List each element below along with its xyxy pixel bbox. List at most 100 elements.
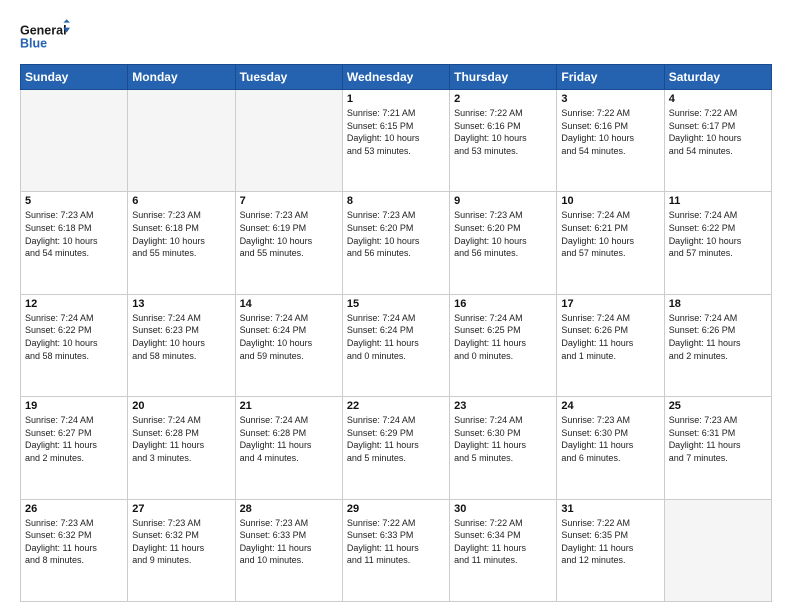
day-info: Sunrise: 7:24 AM Sunset: 6:23 PM Dayligh… (132, 312, 230, 362)
day-number: 9 (454, 195, 552, 207)
day-info: Sunrise: 7:23 AM Sunset: 6:33 PM Dayligh… (240, 517, 338, 567)
calendar-cell: 27 Sunrise: 7:23 AM Sunset: 6:32 PM Dayli… (128, 499, 235, 601)
day-info: Sunrise: 7:23 AM Sunset: 6:31 PM Dayligh… (669, 414, 767, 464)
calendar-cell: 16 Sunrise: 7:24 AM Sunset: 6:25 PM Dayli… (450, 294, 557, 396)
day-number: 30 (454, 503, 552, 515)
calendar-cell: 10 Sunrise: 7:24 AM Sunset: 6:21 PM Dayli… (557, 192, 664, 294)
day-info: Sunrise: 7:22 AM Sunset: 6:16 PM Dayligh… (561, 107, 659, 157)
calendar-cell: 17Sunrise: 7:24 AM Sunset: 6:26 PM Dayli… (557, 294, 664, 396)
svg-text:Blue: Blue (20, 37, 47, 51)
calendar-cell (235, 90, 342, 192)
calendar-cell: 15 Sunrise: 7:24 AM Sunset: 6:24 PM Dayli… (342, 294, 449, 396)
calendar-cell: 25Sunrise: 7:23 AM Sunset: 6:31 PM Dayli… (664, 397, 771, 499)
calendar-week-row: 26 Sunrise: 7:23 AM Sunset: 6:32 PM Dayli… (21, 499, 772, 601)
day-number: 31 (561, 503, 659, 515)
calendar-cell: 6Sunrise: 7:23 AM Sunset: 6:18 PM Daylig… (128, 192, 235, 294)
day-number: 15 (347, 298, 445, 310)
calendar-week-row: 5 Sunrise: 7:23 AM Sunset: 6:18 PM Daylig… (21, 192, 772, 294)
calendar-cell: 24 Sunrise: 7:23 AM Sunset: 6:30 PM Dayli… (557, 397, 664, 499)
calendar-cell (21, 90, 128, 192)
calendar-cell: 18Sunrise: 7:24 AM Sunset: 6:26 PM Dayli… (664, 294, 771, 396)
day-number: 20 (132, 400, 230, 412)
day-number: 6 (132, 195, 230, 207)
calendar-cell: 26 Sunrise: 7:23 AM Sunset: 6:32 PM Dayli… (21, 499, 128, 601)
day-number: 29 (347, 503, 445, 515)
calendar-cell: 23 Sunrise: 7:24 AM Sunset: 6:30 PM Dayli… (450, 397, 557, 499)
day-info: Sunrise: 7:22 AM Sunset: 6:17 PM Dayligh… (669, 107, 767, 157)
svg-text:General: General (20, 23, 67, 37)
day-info: Sunrise: 7:24 AM Sunset: 6:27 PM Dayligh… (25, 414, 123, 464)
calendar-cell: 19 Sunrise: 7:24 AM Sunset: 6:27 PM Dayli… (21, 397, 128, 499)
day-info: Sunrise: 7:22 AM Sunset: 6:34 PM Dayligh… (454, 517, 552, 567)
day-number: 12 (25, 298, 123, 310)
day-info: Sunrise: 7:24 AM Sunset: 6:30 PM Dayligh… (454, 414, 552, 464)
day-info: Sunrise: 7:24 AM Sunset: 6:21 PM Dayligh… (561, 209, 659, 259)
calendar-cell: 29Sunrise: 7:22 AM Sunset: 6:33 PM Dayli… (342, 499, 449, 601)
weekday-header-wednesday: Wednesday (342, 65, 449, 90)
day-info: Sunrise: 7:22 AM Sunset: 6:16 PM Dayligh… (454, 107, 552, 157)
day-info: Sunrise: 7:23 AM Sunset: 6:18 PM Dayligh… (25, 209, 123, 259)
calendar-cell: 5 Sunrise: 7:23 AM Sunset: 6:18 PM Daylig… (21, 192, 128, 294)
weekday-header-saturday: Saturday (664, 65, 771, 90)
calendar-cell: 3Sunrise: 7:22 AM Sunset: 6:16 PM Daylig… (557, 90, 664, 192)
calendar-cell: 20 Sunrise: 7:24 AM Sunset: 6:28 PM Dayli… (128, 397, 235, 499)
day-number: 13 (132, 298, 230, 310)
weekday-header-tuesday: Tuesday (235, 65, 342, 90)
calendar-cell: 9 Sunrise: 7:23 AM Sunset: 6:20 PM Daylig… (450, 192, 557, 294)
day-info: Sunrise: 7:23 AM Sunset: 6:20 PM Dayligh… (454, 209, 552, 259)
calendar-cell: 7Sunrise: 7:23 AM Sunset: 6:19 PM Daylig… (235, 192, 342, 294)
day-info: Sunrise: 7:24 AM Sunset: 6:22 PM Dayligh… (669, 209, 767, 259)
calendar-cell: 1 Sunrise: 7:21 AM Sunset: 6:15 PM Daylig… (342, 90, 449, 192)
day-info: Sunrise: 7:24 AM Sunset: 6:26 PM Dayligh… (669, 312, 767, 362)
weekday-header-row: SundayMondayTuesdayWednesdayThursdayFrid… (21, 65, 772, 90)
weekday-header-sunday: Sunday (21, 65, 128, 90)
day-number: 1 (347, 93, 445, 105)
day-number: 26 (25, 503, 123, 515)
calendar-cell: 13 Sunrise: 7:24 AM Sunset: 6:23 PM Dayli… (128, 294, 235, 396)
day-number: 16 (454, 298, 552, 310)
calendar-cell (664, 499, 771, 601)
day-info: Sunrise: 7:24 AM Sunset: 6:29 PM Dayligh… (347, 414, 445, 464)
day-info: Sunrise: 7:24 AM Sunset: 6:28 PM Dayligh… (132, 414, 230, 464)
calendar-cell: 14 Sunrise: 7:24 AM Sunset: 6:24 PM Dayli… (235, 294, 342, 396)
calendar-cell (128, 90, 235, 192)
calendar-cell: 28 Sunrise: 7:23 AM Sunset: 6:33 PM Dayli… (235, 499, 342, 601)
calendar-cell: 30 Sunrise: 7:22 AM Sunset: 6:34 PM Dayli… (450, 499, 557, 601)
day-number: 4 (669, 93, 767, 105)
logo-svg: General Blue (20, 16, 70, 56)
calendar-cell: 2 Sunrise: 7:22 AM Sunset: 6:16 PM Daylig… (450, 90, 557, 192)
calendar-week-row: 19 Sunrise: 7:24 AM Sunset: 6:27 PM Dayli… (21, 397, 772, 499)
day-info: Sunrise: 7:21 AM Sunset: 6:15 PM Dayligh… (347, 107, 445, 157)
day-number: 5 (25, 195, 123, 207)
day-number: 23 (454, 400, 552, 412)
day-info: Sunrise: 7:23 AM Sunset: 6:32 PM Dayligh… (132, 517, 230, 567)
logo: General Blue (20, 16, 70, 56)
calendar-cell: 8Sunrise: 7:23 AM Sunset: 6:20 PM Daylig… (342, 192, 449, 294)
day-info: Sunrise: 7:24 AM Sunset: 6:28 PM Dayligh… (240, 414, 338, 464)
day-info: Sunrise: 7:24 AM Sunset: 6:24 PM Dayligh… (240, 312, 338, 362)
day-info: Sunrise: 7:24 AM Sunset: 6:24 PM Dayligh… (347, 312, 445, 362)
header: General Blue (20, 16, 772, 56)
day-info: Sunrise: 7:23 AM Sunset: 6:19 PM Dayligh… (240, 209, 338, 259)
day-number: 22 (347, 400, 445, 412)
day-number: 2 (454, 93, 552, 105)
weekday-header-monday: Monday (128, 65, 235, 90)
day-number: 14 (240, 298, 338, 310)
calendar-cell: 22 Sunrise: 7:24 AM Sunset: 6:29 PM Dayli… (342, 397, 449, 499)
day-number: 17 (561, 298, 659, 310)
day-number: 28 (240, 503, 338, 515)
calendar-cell: 11Sunrise: 7:24 AM Sunset: 6:22 PM Dayli… (664, 192, 771, 294)
day-number: 24 (561, 400, 659, 412)
day-number: 27 (132, 503, 230, 515)
day-info: Sunrise: 7:23 AM Sunset: 6:32 PM Dayligh… (25, 517, 123, 567)
calendar-cell: 12Sunrise: 7:24 AM Sunset: 6:22 PM Dayli… (21, 294, 128, 396)
calendar-week-row: 1 Sunrise: 7:21 AM Sunset: 6:15 PM Daylig… (21, 90, 772, 192)
day-info: Sunrise: 7:24 AM Sunset: 6:25 PM Dayligh… (454, 312, 552, 362)
calendar-table: SundayMondayTuesdayWednesdayThursdayFrid… (20, 64, 772, 602)
day-info: Sunrise: 7:23 AM Sunset: 6:20 PM Dayligh… (347, 209, 445, 259)
day-number: 10 (561, 195, 659, 207)
day-number: 19 (25, 400, 123, 412)
weekday-header-thursday: Thursday (450, 65, 557, 90)
calendar-cell: 31Sunrise: 7:22 AM Sunset: 6:35 PM Dayli… (557, 499, 664, 601)
day-info: Sunrise: 7:23 AM Sunset: 6:30 PM Dayligh… (561, 414, 659, 464)
